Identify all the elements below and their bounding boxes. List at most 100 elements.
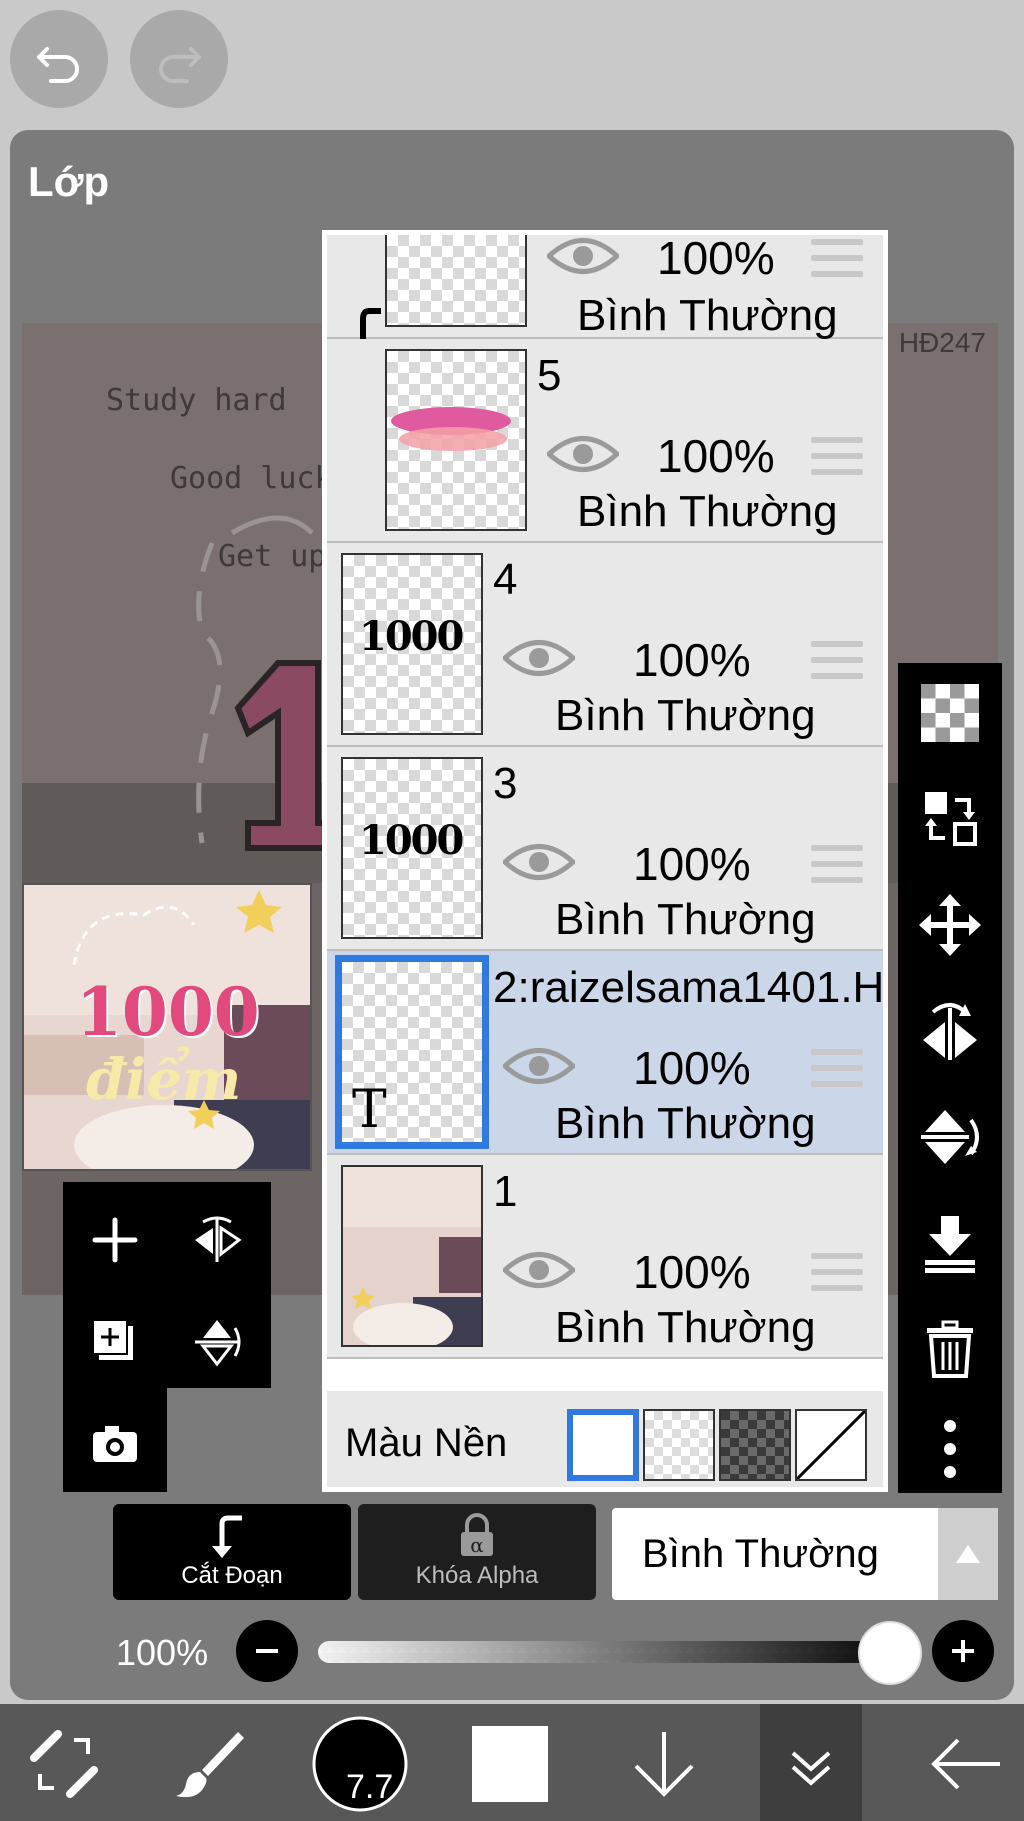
alpha-lock-button[interactable]: α Khóa Alpha [358, 1504, 596, 1600]
eye-icon[interactable] [547, 233, 619, 279]
drag-handle-icon[interactable] [811, 1253, 863, 1293]
background-color-row: Màu Nền [327, 1391, 883, 1487]
blend-mode-value: Bình Thường [642, 1532, 879, 1576]
layers-icon [791, 1751, 831, 1786]
layer-opacity: 100% [633, 634, 751, 686]
layer-opacity: 100% [633, 1042, 751, 1094]
layer-thumbnail[interactable] [385, 235, 527, 327]
bg-swatch-transparent-light[interactable] [643, 1409, 715, 1481]
delete-layer-button[interactable] [916, 1315, 984, 1383]
drag-handle-icon[interactable] [811, 1049, 863, 1089]
layer-row[interactable]: 1000 3 100% Bình Thường [327, 747, 883, 951]
swap-layers-icon [925, 792, 977, 846]
trash-icon [927, 1320, 973, 1378]
opacity-label: 100% [116, 1632, 209, 1673]
brush-icon [176, 1732, 244, 1798]
opacity-slider-track[interactable] [318, 1641, 892, 1663]
layers-button[interactable] [760, 1704, 862, 1821]
layer-row[interactable]: 5 100% Bình Thường [327, 339, 883, 543]
layer-thumbnail[interactable]: 1000 [341, 553, 483, 735]
add-layer-icon [92, 1217, 138, 1263]
canvas-thumbnail[interactable]: 1000 điểm [22, 883, 312, 1171]
merge-down-icon [925, 1216, 975, 1273]
duplicate-layer-icon [92, 1319, 133, 1360]
camera-icon [93, 1426, 137, 1462]
canvas-watermark: HĐ247 [898, 327, 986, 358]
layer-blend-mode: Bình Thường [555, 895, 816, 944]
arrow-down-button[interactable] [614, 1712, 714, 1816]
undo-button[interactable] [10, 10, 108, 108]
brush-tool-button[interactable] [160, 1712, 260, 1816]
layer-thumbnail[interactable] [341, 1165, 483, 1351]
layer-row-selected[interactable]: T 2:raizelsama1401.H 100% Bình Thường [327, 951, 883, 1155]
undo-icon [37, 47, 79, 83]
transform-icon [30, 1730, 98, 1798]
layer-opacity: 100% [657, 430, 775, 482]
bg-swatch-none[interactable] [795, 1409, 867, 1481]
bg-swatch-white[interactable] [567, 1409, 639, 1481]
layer-row[interactable]: 1000 4 100% Bình Thường [327, 543, 883, 747]
layer-thumbnail-art [343, 1167, 481, 1351]
layer-blend-mode: Bình Thường [577, 291, 838, 340]
opacity-slider-knob[interactable] [858, 1621, 922, 1685]
layer-thumbnail[interactable]: 1000 [341, 757, 483, 939]
redo-icon [159, 47, 201, 83]
layer-row[interactable]: 100% Bình Thường [327, 233, 883, 340]
layer-thumbnail-art [391, 407, 511, 451]
drag-handle-icon[interactable] [811, 641, 863, 681]
layer-mini-toolbar [63, 1182, 271, 1492]
clipping-button[interactable]: Cắt Đoạn [113, 1504, 351, 1600]
move-button[interactable] [916, 891, 984, 959]
swap-layers-button[interactable] [916, 785, 984, 853]
chevron-up-icon[interactable] [938, 1508, 998, 1600]
blend-mode-select[interactable]: Bình Thường [612, 1508, 998, 1600]
drag-handle-icon[interactable] [811, 437, 863, 477]
duplicate-layer-button[interactable] [83, 1310, 147, 1374]
layer-row[interactable]: 1 100% Bình Thường [327, 1155, 883, 1359]
bg-swatch-transparent-dark[interactable] [719, 1409, 791, 1481]
eye-icon[interactable] [503, 635, 575, 681]
svg-text:α: α [470, 1533, 484, 1557]
flip-vertical-button[interactable] [185, 1310, 249, 1374]
eye-icon[interactable] [503, 1247, 575, 1293]
opacity-decrease-button[interactable] [236, 1620, 298, 1682]
more-button[interactable] [916, 1415, 984, 1483]
panel-title: Lớp [28, 158, 110, 205]
layer-thumbnail[interactable] [385, 349, 527, 531]
add-layer-button[interactable] [83, 1208, 147, 1272]
transparency-icon [921, 684, 979, 742]
clipping-icon [212, 1515, 242, 1558]
triangle-up-icon [956, 1545, 980, 1563]
layer-thumbnail[interactable]: T [335, 955, 489, 1149]
layer-name: 4 [493, 555, 518, 604]
flip-vertical-icon [195, 1320, 241, 1367]
layer-blend-mode: Bình Thường [555, 691, 816, 740]
eye-icon[interactable] [503, 839, 575, 885]
camera-button[interactable] [83, 1412, 147, 1476]
merge-down-button[interactable] [916, 1209, 984, 1277]
back-button[interactable] [916, 1712, 1016, 1816]
drag-handle-icon[interactable] [811, 239, 863, 279]
color-button[interactable] [470, 1712, 550, 1816]
flip-horizontal-button[interactable] [185, 1208, 249, 1272]
flip-horizontal-button[interactable] [916, 997, 984, 1065]
text-layer-icon: T [352, 1080, 387, 1140]
transparency-button[interactable] [916, 679, 984, 747]
plus-icon [952, 1640, 974, 1662]
thumbnail-big-text: 1000 [76, 973, 260, 1051]
redo-button[interactable] [130, 10, 228, 108]
flip-vertical-button[interactable] [916, 1103, 984, 1171]
layers-list[interactable]: 100% Bình Thường 5 100% Bình Thường 1000… [322, 230, 888, 1492]
eye-icon[interactable] [547, 431, 619, 477]
transform-button[interactable] [14, 1712, 114, 1816]
brush-size-button[interactable]: 7.7 [308, 1712, 412, 1816]
flip-horizontal-icon [195, 1216, 242, 1262]
layer-thumbnail-text: 1000 [359, 613, 464, 660]
layer-name: 1 [493, 1167, 518, 1216]
layer-blend-mode: Bình Thường [555, 1303, 816, 1352]
layer-opacity: 100% [633, 1246, 751, 1298]
drag-handle-icon[interactable] [811, 845, 863, 885]
flip-vertical-icon [921, 1110, 979, 1164]
eye-icon[interactable] [503, 1043, 575, 1089]
opacity-increase-button[interactable] [932, 1620, 994, 1682]
